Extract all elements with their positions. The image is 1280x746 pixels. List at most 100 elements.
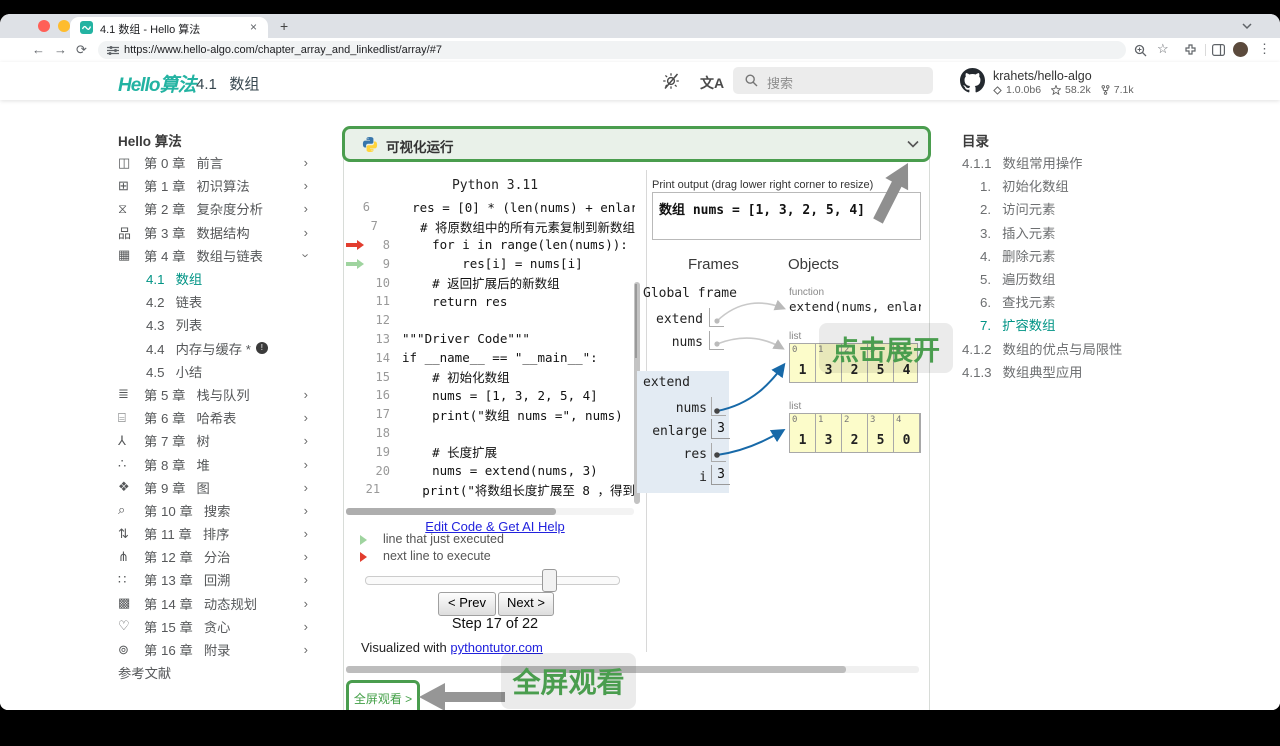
toc-item-3[interactable]: 3. 插入元素 xyxy=(962,221,1202,244)
sidebar-item-ch13[interactable]: ∷ 第 13 章 回溯 › xyxy=(118,568,314,591)
sidebar-nav: Hello 算法 ◫ 第 0 章 前言 › ⊞ 第 1 章 初识算法 › ⧖ 第 2 章 … xyxy=(118,128,314,684)
sidebar-item-ch7[interactable]: ⅄ 第 7 章 树 › xyxy=(118,429,314,452)
heap-icon: ∴ xyxy=(118,456,127,472)
sidebar-item-ch3[interactable]: 品第 3 章 数据结构 › xyxy=(118,221,314,244)
bookmark-star-icon[interactable]: ☆ xyxy=(1157,41,1169,57)
sidebar-item-4-5[interactable]: 4.5 小结 xyxy=(118,360,314,383)
sidebar-item-ch4[interactable]: ▦ 第 4 章 数组与链表 › xyxy=(118,244,314,267)
traffic-minimize-icon[interactable] xyxy=(58,20,70,32)
array-cell: 50 xyxy=(920,414,921,452)
toc-item-4-1-3[interactable]: 4.1.3 数组典型应用 xyxy=(962,360,1202,383)
sidebar-item-4-3[interactable]: 4.3 列表 xyxy=(118,313,314,336)
print-output-label: Print output (drag lower right corner to… xyxy=(652,179,874,191)
reload-icon[interactable]: ⟳ xyxy=(76,42,87,58)
sidebar-item-ch1[interactable]: ⊞ 第 1 章 初识算法 › xyxy=(118,174,314,197)
global-frame: Global frame extend nums xyxy=(635,284,737,358)
sidebar-item-4-4[interactable]: 4.4 内存与缓存 *! xyxy=(118,337,314,360)
fullscreen-link[interactable]: 全屏观看 > xyxy=(354,690,412,707)
code-line: 19 # 长度扩展 xyxy=(375,444,498,461)
chevron-right-icon: › xyxy=(303,526,308,542)
toc-item-2[interactable]: 2. 访问元素 xyxy=(962,197,1202,220)
code-line: 7 # 将原数组中的所有元素复制到新数组 xyxy=(370,219,635,235)
forward-icon[interactable]: → xyxy=(54,42,67,58)
sidebar-item-ch5[interactable]: ≣ 第 5 章 栈与队列 › xyxy=(118,383,314,406)
chevron-right-icon: › xyxy=(303,642,308,658)
chevron-right-icon: › xyxy=(303,595,308,611)
sidebar-item-ch11[interactable]: ⇅ 第 11 章 排序 › xyxy=(118,522,314,545)
sidebar-item-ch2[interactable]: ⧖ 第 2 章 复杂度分析 › xyxy=(118,197,314,220)
list2-array: 01 13 22 35 40 50 xyxy=(789,413,921,453)
step-slider[interactable] xyxy=(365,569,620,592)
address-bar[interactable]: https://www.hello-algo.com/chapter_array… xyxy=(98,41,1126,59)
profile-avatar[interactable] xyxy=(1233,42,1248,57)
code-line: 14 if __name__ == "__main__": xyxy=(375,350,598,366)
list1-label: list xyxy=(789,331,802,342)
step-indicator: Step 17 of 22 xyxy=(451,616,539,632)
chevron-down-icon[interactable] xyxy=(907,140,919,148)
chevron-right-icon: › xyxy=(303,386,308,402)
sidebar-item-ch14[interactable]: ▩ 第 14 章 动态规划 › xyxy=(118,592,314,615)
code-horizontal-scrollbar[interactable] xyxy=(346,508,634,515)
sidebar-item-ch9[interactable]: ❖ 第 9 章 图 › xyxy=(118,476,314,499)
code-line: 17 print("数组 nums =", nums) xyxy=(375,407,623,423)
translate-icon[interactable]: 文A xyxy=(700,73,724,93)
search-icon xyxy=(745,74,758,87)
magnifier-icon: ⌕ xyxy=(118,502,126,518)
browser-window: 4.1 数组 - Hello 算法 × + ← → ⟳ https://www.… xyxy=(0,14,1280,710)
legend-next-text: next line to execute xyxy=(383,549,491,563)
chevron-right-icon: › xyxy=(303,410,308,426)
extend-val-i: 3 xyxy=(711,465,730,485)
browser-tab[interactable]: 4.1 数组 - Hello 算法 × xyxy=(70,17,268,38)
sidebar-item-ch16[interactable]: ⊚ 第 16 章 附录 › xyxy=(118,638,314,661)
toc-item-4-1-2[interactable]: 4.1.2 数组的优点与局限性 xyxy=(962,337,1202,360)
calculator-icon: ⊞ xyxy=(118,177,129,193)
kebab-menu-icon[interactable]: ⋮ xyxy=(1258,41,1271,57)
sidebar-item-ch15[interactable]: ♡ 第 15 章 贪心 › xyxy=(118,615,314,638)
theme-toggle-icon[interactable] xyxy=(662,72,680,90)
fork-icon xyxy=(1101,85,1110,95)
toc-item-6[interactable]: 6. 查找元素 xyxy=(962,290,1202,313)
site-settings-icon[interactable] xyxy=(107,46,119,55)
sidebar-item-4-1[interactable]: 4.1 数组 xyxy=(118,267,314,290)
toc-item-1[interactable]: 1. 初始化数组 xyxy=(962,174,1202,197)
sidebar-item-ch6[interactable]: ⌸ 第 6 章 哈希表 › xyxy=(118,406,314,429)
code-line: 18 xyxy=(375,425,390,440)
prev-button[interactable]: < Prev xyxy=(438,592,496,616)
sidebar-item-ch10[interactable]: ⌕ 第 10 章 搜索 › xyxy=(118,499,314,522)
sidebar-item-ch8[interactable]: ∴ 第 8 章 堆 › xyxy=(118,452,314,475)
toc-item-5[interactable]: 5. 遍历数组 xyxy=(962,267,1202,290)
next-button[interactable]: Next > xyxy=(498,592,554,616)
back-icon[interactable]: ← xyxy=(32,42,45,58)
sidebar-item-ch0[interactable]: ◫ 第 0 章 前言 › xyxy=(118,151,314,174)
sidebar-item-reference[interactable]: 参考文献 xyxy=(118,661,314,684)
toc-item-4[interactable]: 4. 删除元素 xyxy=(962,244,1202,267)
grid-icon: ▩ xyxy=(118,595,131,611)
github-logo-icon[interactable] xyxy=(960,68,985,93)
fullscreen-link-highlight[interactable]: 全屏观看 > xyxy=(346,680,420,710)
structure-icon: 品 xyxy=(118,225,132,241)
tab-search-chevron-icon[interactable] xyxy=(1242,22,1252,30)
sidebar-item-4-2[interactable]: 4.2 链表 xyxy=(118,290,314,313)
side-panel-icon[interactable] xyxy=(1212,44,1225,56)
toc-item-4-1-1[interactable]: 4.1.1 数组常用操作 xyxy=(962,151,1202,174)
repo-name[interactable]: krahets/hello-algo xyxy=(993,69,1092,83)
extend-var-enlarge: enlarge xyxy=(652,424,707,439)
chevron-down-icon: › xyxy=(298,253,314,258)
search-input[interactable]: 搜索 xyxy=(733,67,933,94)
extend-var-nums: nums xyxy=(675,401,707,416)
visualization-header[interactable]: 可视化运行 xyxy=(342,126,931,162)
zoom-page-icon[interactable] xyxy=(1134,44,1147,57)
annotation-cursor-arrow-icon xyxy=(873,163,909,224)
traffic-close-icon[interactable] xyxy=(38,20,50,32)
extensions-icon[interactable] xyxy=(1184,44,1197,57)
extend-var-i: i xyxy=(699,470,707,485)
repo-stars: 58.2k xyxy=(1065,84,1091,96)
step-slider-thumb[interactable] xyxy=(542,569,557,592)
repo-version: 1.0.0b6 xyxy=(1006,84,1042,96)
tab-close-icon[interactable]: × xyxy=(250,20,257,34)
toc: 目录 4.1.1 数组常用操作 1. 初始化数组 2. 访问元素 3. 插入元素… xyxy=(962,128,1202,383)
hello-algo-logo[interactable]: Hello算法 xyxy=(118,70,196,97)
toc-item-7-active[interactable]: 7. 扩容数组 xyxy=(962,313,1202,336)
sidebar-item-ch12[interactable]: ⋔ 第 12 章 分治 › xyxy=(118,545,314,568)
new-tab-button[interactable]: + xyxy=(280,18,288,34)
